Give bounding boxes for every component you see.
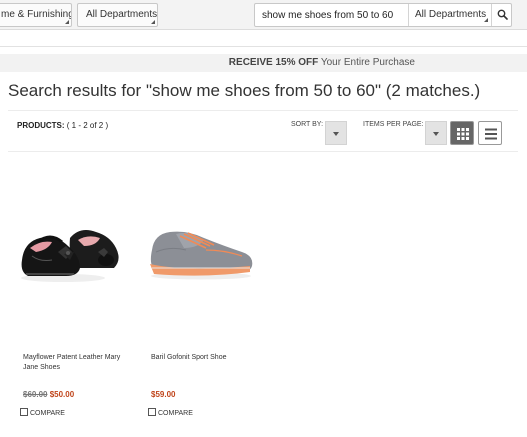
mary-jane-shoe-image[interactable]: [18, 190, 134, 290]
items-per-page-label: ITEMS PER PAGE:: [363, 121, 424, 128]
compare-label: COMPARE: [30, 410, 65, 417]
toolbar-divider-top: [8, 110, 518, 111]
sale-price: $50.00: [49, 390, 75, 399]
products-range: ( 1 - 2 of 2 ): [64, 121, 109, 130]
grid-view-icon: [457, 128, 469, 140]
dropdown-corner-icon: [151, 20, 155, 24]
nav-category-label: me & Furnishing: [1, 9, 72, 20]
sort-by-label: SORT BY:: [291, 121, 324, 128]
search-department-label: All Departments: [415, 9, 487, 20]
sale-price: $59.00: [151, 390, 176, 399]
sport-shoe-image[interactable]: [146, 190, 262, 290]
toolbar-divider-bottom: [8, 151, 518, 152]
nav-departments-label: All Departments: [86, 9, 158, 20]
search-button[interactable]: [491, 4, 512, 26]
old-price: $60.00: [23, 390, 48, 399]
product-name-link[interactable]: Baril Gofonit Sport Shoe: [151, 353, 261, 363]
items-per-page-dropdown[interactable]: [425, 121, 447, 145]
compare-checkbox[interactable]: COMPARE: [148, 408, 193, 417]
promo-highlight: RECEIVE 15% OFF: [228, 57, 319, 68]
search-bar: All Departments: [254, 3, 512, 27]
products-label: PRODUCTS:: [17, 121, 65, 130]
compare-label: COMPARE: [158, 410, 193, 417]
promo-text: Your Entire Purchase: [318, 57, 415, 68]
dropdown-corner-icon: [65, 20, 69, 24]
product-name-link[interactable]: Mayflower Patent Leather Mary Jane Shoes: [23, 353, 133, 373]
search-department-select[interactable]: All Departments: [408, 4, 491, 26]
checkbox-icon: [20, 408, 28, 416]
products-count: PRODUCTS: ( 1 - 2 of 2 ): [17, 121, 108, 130]
checkbox-icon: [148, 408, 156, 416]
dropdown-corner-icon: [484, 18, 488, 22]
nav-departments-button[interactable]: All Departments: [77, 3, 158, 27]
price-row: $60.00 $50.00: [23, 390, 74, 399]
search-icon: [497, 9, 508, 20]
sort-by-dropdown[interactable]: [325, 121, 347, 145]
grid-view-button[interactable]: [450, 121, 474, 145]
price-row: $59.00: [151, 390, 175, 399]
list-view-button[interactable]: [478, 121, 502, 145]
search-input[interactable]: [255, 4, 407, 26]
nav-category-button[interactable]: me & Furnishing: [0, 3, 72, 27]
header-divider: [0, 46, 527, 47]
promo-banner: RECEIVE 15% OFF Your Entire Purchase: [0, 54, 527, 72]
list-view-icon: [485, 128, 497, 140]
compare-checkbox[interactable]: COMPARE: [20, 408, 65, 417]
top-navigation-bar: me & Furnishing All Departments All Depa…: [0, 0, 527, 30]
page-title: Search results for "show me shoes from 5…: [8, 81, 481, 100]
